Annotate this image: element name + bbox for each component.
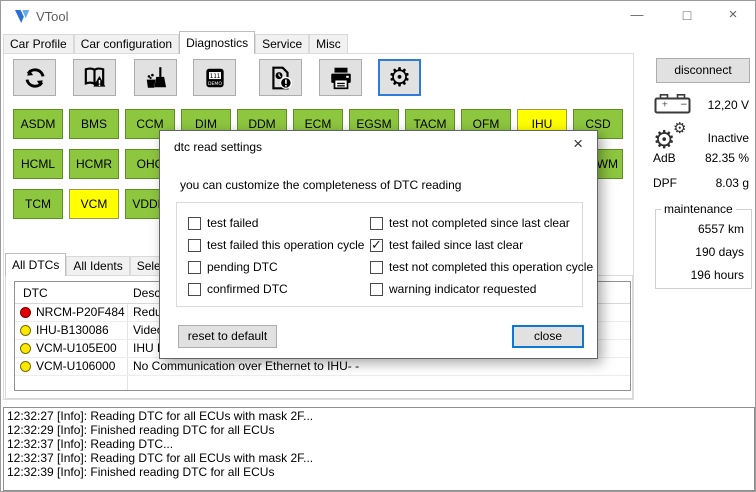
printer-icon bbox=[328, 65, 354, 91]
checkbox-box[interactable] bbox=[370, 261, 383, 274]
tab-car-profile[interactable]: Car Profile bbox=[3, 34, 74, 53]
read-dtc-button[interactable] bbox=[73, 59, 116, 96]
checkbox-label: test failed since last clear bbox=[389, 238, 523, 252]
checkbox-label: warning indicator requested bbox=[389, 282, 536, 296]
dialog-title: dtc read settings bbox=[174, 140, 262, 154]
checkbox-box[interactable] bbox=[188, 261, 201, 274]
checkbox-box[interactable] bbox=[188, 239, 201, 252]
dialog-message: you can customize the completeness of DT… bbox=[180, 178, 461, 192]
maintenance-group: maintenance 6557 km 190 days 196 hours bbox=[655, 209, 752, 289]
tab-service[interactable]: Service bbox=[255, 34, 309, 53]
checkbox-pending-dtc[interactable]: pending DTC bbox=[188, 256, 364, 278]
checkbox-label: test failed this operation cycle bbox=[207, 238, 364, 252]
checkbox-test-failed-since-last-clear[interactable]: ✓ test failed since last clear bbox=[370, 234, 593, 256]
checkbox-label: test not completed this operation cycle bbox=[389, 260, 593, 274]
title-bar: VTool — □ × bbox=[1, 1, 755, 31]
dtc-code: VCM-U105E00 bbox=[36, 340, 117, 357]
log-line: 12:32:37 [Info]: Reading DTC... bbox=[7, 437, 751, 451]
vtool-logo-icon bbox=[14, 9, 34, 24]
checkbox-box[interactable] bbox=[188, 217, 201, 230]
gear-icon: ⚙ bbox=[388, 65, 411, 91]
header-dtc: DTC bbox=[23, 282, 48, 304]
log-line: 12:32:29 [Info]: Finished reading DTC fo… bbox=[7, 423, 751, 437]
tab-car-configuration[interactable]: Car configuration bbox=[74, 34, 179, 53]
ecu-hcmr[interactable]: HCMR bbox=[69, 149, 119, 179]
checkbox-label: test failed bbox=[207, 216, 258, 230]
maintenance-label: maintenance bbox=[661, 202, 736, 216]
log-panel[interactable]: 12:32:27 [Info]: Reading DTC for all ECU… bbox=[3, 407, 755, 491]
ecu-tcm[interactable]: TCM bbox=[13, 189, 63, 219]
dpf-value: 8.03 g bbox=[660, 176, 749, 190]
demo-device-icon: 111 DEMO bbox=[202, 65, 228, 91]
minimize-icon[interactable]: — bbox=[617, 1, 657, 29]
clean-broom-icon bbox=[143, 65, 169, 91]
checkbox-column-right: test not completed since last clear ✓ te… bbox=[370, 212, 593, 300]
status-yellow-icon bbox=[20, 361, 31, 372]
tab-misc[interactable]: Misc bbox=[309, 34, 348, 53]
dtc-code: IHU-B130086 bbox=[36, 322, 109, 339]
maintenance-days: 190 days bbox=[695, 245, 744, 259]
book-warning-icon bbox=[81, 65, 108, 91]
dtc-read-settings-dialog: dtc read settings × you can customize th… bbox=[159, 130, 598, 359]
checkbox-test-not-completed-this-operation-cycle[interactable]: test not completed this operation cycle bbox=[370, 256, 593, 278]
log-line: 12:32:27 [Info]: Reading DTC for all ECU… bbox=[7, 409, 751, 423]
reset-to-default-button[interactable]: reset to default bbox=[178, 325, 277, 348]
table-row[interactable]: VCM-U106000 No Communication over Ethern… bbox=[15, 358, 630, 376]
ecu-hcml[interactable]: HCML bbox=[13, 149, 63, 179]
report-button[interactable] bbox=[259, 59, 302, 96]
checkbox-column-left: test failed test failed this operation c… bbox=[188, 212, 364, 300]
checkbox-box[interactable] bbox=[370, 283, 383, 296]
tab-all-dtcs[interactable]: All DTCs bbox=[5, 253, 66, 276]
checkbox-box[interactable] bbox=[188, 283, 201, 296]
ecu-vcm[interactable]: VCM bbox=[69, 189, 119, 219]
svg-text:DEMO: DEMO bbox=[208, 80, 222, 86]
refresh-button[interactable] bbox=[13, 59, 56, 96]
window-title: VTool bbox=[36, 9, 69, 24]
dtc-tabbar: All DTCs All Idents Selecte bbox=[5, 254, 184, 276]
checkbox-test-not-completed-since-last-clear[interactable]: test not completed since last clear bbox=[370, 212, 593, 234]
settings-button[interactable]: ⚙ bbox=[378, 59, 421, 96]
main-tabbar: Car Profile Car configuration Diagnostic… bbox=[3, 31, 348, 54]
checkbox-label: test not completed since last clear bbox=[389, 216, 570, 230]
print-button[interactable] bbox=[319, 59, 362, 96]
battery-voltage: 12,20 V bbox=[660, 98, 749, 112]
tab-diagnostics[interactable]: Diagnostics bbox=[179, 31, 255, 54]
dialog-close-icon[interactable]: × bbox=[573, 134, 583, 154]
ecu-bms[interactable]: BMS bbox=[69, 109, 119, 139]
log-line: 12:32:39 [Info]: Finished reading DTC fo… bbox=[7, 465, 751, 479]
tab-all-idents[interactable]: All Idents bbox=[66, 256, 129, 275]
regen-status: Inactive bbox=[660, 131, 749, 145]
adb-value: 82.35 % bbox=[660, 151, 749, 165]
svg-text:111: 111 bbox=[209, 72, 220, 79]
app-window: VTool — □ × Car Profile Car configuratio… bbox=[0, 0, 756, 492]
status-yellow-icon bbox=[20, 343, 31, 354]
check-icon: ✓ bbox=[371, 237, 382, 253]
status-red-icon bbox=[20, 307, 31, 318]
checkbox-box-checked[interactable]: ✓ bbox=[370, 239, 383, 252]
status-yellow-icon bbox=[20, 325, 31, 336]
maintenance-km: 6557 km bbox=[698, 222, 744, 236]
checkbox-box[interactable] bbox=[370, 217, 383, 230]
maximize-icon[interactable]: □ bbox=[667, 1, 707, 29]
demo-mode-button[interactable]: 111 DEMO bbox=[193, 59, 236, 96]
close-button[interactable]: close bbox=[512, 325, 584, 348]
dtc-code: NRCM-P20F484 bbox=[36, 304, 125, 321]
close-icon[interactable]: × bbox=[713, 1, 753, 29]
report-document-icon bbox=[268, 65, 294, 91]
checkbox-warning-indicator-requested[interactable]: warning indicator requested bbox=[370, 278, 593, 300]
checkbox-test-failed[interactable]: test failed bbox=[188, 212, 364, 234]
checkbox-confirmed-dtc[interactable]: confirmed DTC bbox=[188, 278, 364, 300]
maintenance-hours: 196 hours bbox=[691, 268, 744, 282]
checkbox-label: confirmed DTC bbox=[207, 282, 288, 296]
checkbox-label: pending DTC bbox=[207, 260, 278, 274]
checkbox-test-failed-this-operation-cycle[interactable]: test failed this operation cycle bbox=[188, 234, 364, 256]
log-line: 12:32:37 [Info]: Reading DTC for all ECU… bbox=[7, 451, 751, 465]
dtc-description: No Communication over Ethernet to IHU- - bbox=[133, 358, 359, 375]
ecu-asdm[interactable]: ASDM bbox=[13, 109, 63, 139]
dtc-code: VCM-U106000 bbox=[36, 358, 115, 375]
disconnect-button[interactable]: disconnect bbox=[656, 58, 750, 83]
refresh-icon bbox=[22, 65, 48, 91]
clear-dtc-button[interactable] bbox=[134, 59, 177, 96]
